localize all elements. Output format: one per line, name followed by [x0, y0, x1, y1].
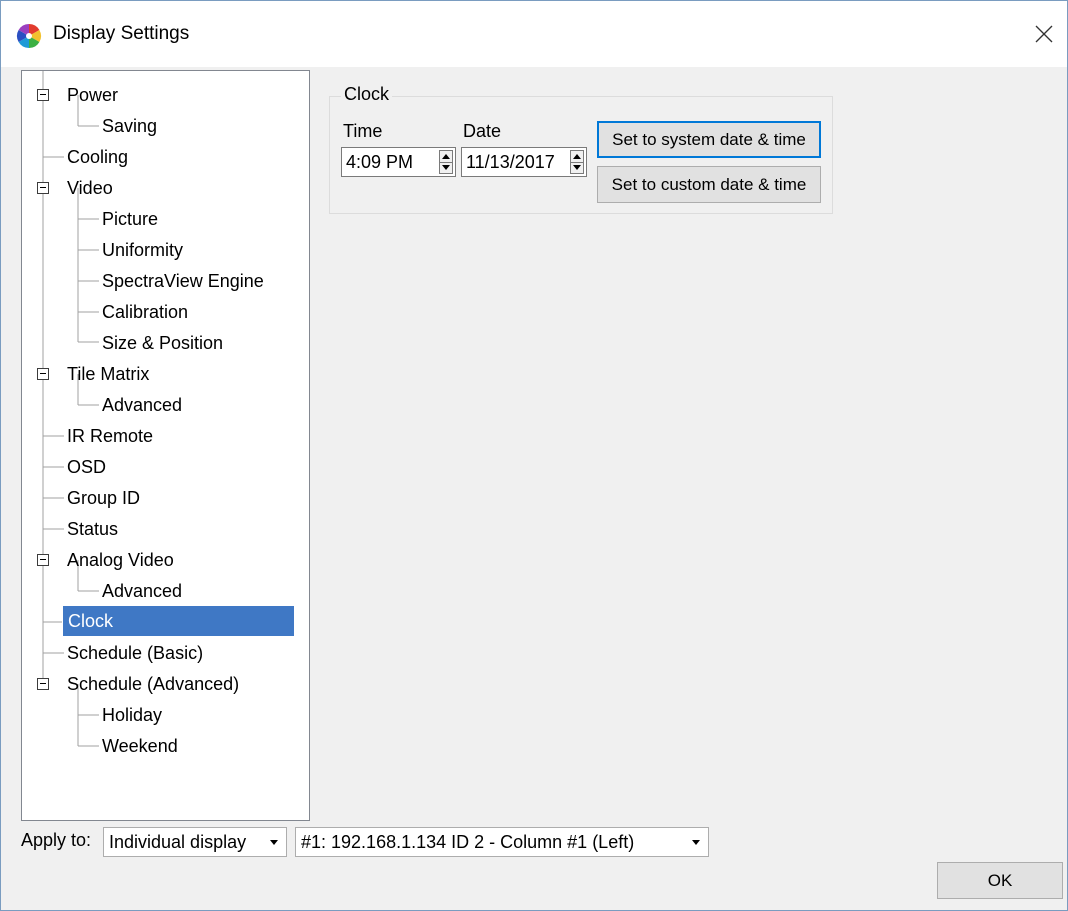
analog-video-collapse-toggle[interactable]: [37, 554, 49, 566]
window-title: Display Settings: [53, 23, 190, 44]
tree-item-weekend[interactable]: Weekend: [102, 731, 178, 761]
spin-down-icon[interactable]: [573, 165, 581, 170]
time-label: Time: [343, 121, 383, 141]
tree-item-schedule-advanced[interactable]: Schedule (Advanced): [67, 669, 239, 699]
tree-item-ir-remote[interactable]: IR Remote: [67, 421, 153, 451]
apply-to-label: Apply to:: [21, 830, 92, 850]
tree-item-size-position[interactable]: Size & Position: [102, 328, 223, 358]
tree-item-group-id[interactable]: Group ID: [67, 483, 140, 513]
tree-item-status[interactable]: Status: [67, 514, 118, 544]
close-button[interactable]: [1021, 1, 1067, 67]
close-icon: [1035, 25, 1053, 43]
date-value: 11/13/2017: [466, 152, 555, 172]
spin-down-icon[interactable]: [442, 165, 450, 170]
settings-tree[interactable]: Power Saving Cooling Video Picture Unifo…: [21, 70, 310, 821]
tree-item-power[interactable]: Power: [67, 80, 118, 110]
date-label: Date: [463, 121, 502, 141]
tile-matrix-collapse-toggle[interactable]: [37, 368, 49, 380]
time-value: 4:09 PM: [346, 152, 414, 172]
tree-item-picture[interactable]: Picture: [102, 204, 158, 234]
tree-item-video[interactable]: Video: [67, 173, 113, 203]
ok-button[interactable]: OK: [937, 862, 1063, 899]
clock-group-title: Clock: [341, 84, 393, 105]
set-system-time-button[interactable]: Set to system date & time: [597, 121, 821, 158]
display-settings-window: Display Settings Power Saving Cooling Vi…: [0, 0, 1068, 911]
tree-item-schedule-basic[interactable]: Schedule (Basic): [67, 638, 203, 668]
video-collapse-toggle[interactable]: [37, 182, 49, 194]
spin-up-icon[interactable]: [573, 154, 581, 159]
tree-item-tile-matrix[interactable]: Tile Matrix: [67, 359, 149, 389]
tree-item-spectraview-engine[interactable]: SpectraView Engine: [102, 266, 264, 296]
tree-connector-lines: [42, 71, 99, 747]
date-spin-buttons[interactable]: [570, 150, 584, 174]
spin-up-icon[interactable]: [442, 154, 450, 159]
tree-item-analog-video[interactable]: Analog Video: [67, 545, 174, 575]
chevron-down-icon: [692, 840, 700, 845]
tree-item-osd[interactable]: OSD: [67, 452, 106, 482]
apply-mode-value: Individual display: [109, 832, 247, 852]
display-target-dropdown[interactable]: #1: 192.168.1.134 ID 2 - Column #1 (Left…: [295, 827, 709, 857]
tree-item-clock[interactable]: Clock: [63, 606, 294, 636]
schedule-advanced-collapse-toggle[interactable]: [37, 678, 49, 690]
tree-item-uniformity[interactable]: Uniformity: [102, 235, 183, 265]
chevron-down-icon: [270, 840, 278, 845]
power-collapse-toggle[interactable]: [37, 89, 49, 101]
title-bar: Display Settings: [1, 1, 1067, 67]
date-spinbox[interactable]: 11/13/2017: [461, 147, 587, 177]
tree-item-analog-video-advanced[interactable]: Advanced: [102, 576, 182, 606]
set-custom-time-button[interactable]: Set to custom date & time: [597, 166, 821, 203]
display-target-value: #1: 192.168.1.134 ID 2 - Column #1 (Left…: [301, 832, 635, 852]
apply-mode-dropdown[interactable]: Individual display: [103, 827, 287, 857]
tree-item-tile-matrix-advanced[interactable]: Advanced: [102, 390, 182, 420]
tree-item-holiday[interactable]: Holiday: [102, 700, 162, 730]
tree-item-saving[interactable]: Saving: [102, 111, 157, 141]
tree-item-cooling[interactable]: Cooling: [67, 142, 128, 172]
time-spin-buttons[interactable]: [439, 150, 453, 174]
tree-item-calibration[interactable]: Calibration: [102, 297, 188, 327]
app-color-wheel-icon: [15, 22, 43, 50]
time-spinbox[interactable]: 4:09 PM: [341, 147, 456, 177]
